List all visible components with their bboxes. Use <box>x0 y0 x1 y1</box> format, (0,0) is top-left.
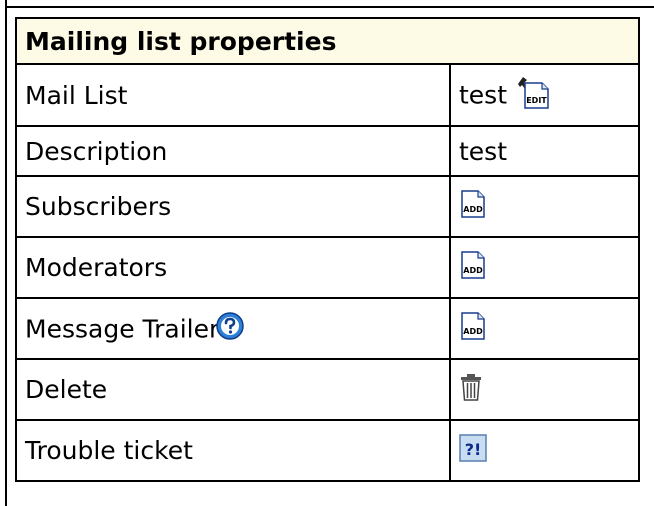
row-value-message-trailer: ADD <box>449 297 640 360</box>
trash-icon[interactable] <box>459 373 483 407</box>
table-row-moderators: Moderators ADD <box>15 236 640 299</box>
row-label-mail-list: Mail List <box>15 63 451 127</box>
table-row-message-trailer: Message Trailer ADD <box>15 297 640 360</box>
table-header-row: Mailing list properties <box>15 17 640 65</box>
trouble-ticket-icon-label: ?! <box>465 440 482 459</box>
add-subscribers-icon[interactable]: ADD <box>459 189 487 225</box>
row-label-trouble-ticket: Trouble ticket <box>15 419 451 482</box>
row-label-moderators: Moderators <box>15 236 451 299</box>
add-message-trailer-icon[interactable]: ADD <box>459 311 487 347</box>
table-row-description: Description test <box>15 125 640 177</box>
mailing-list-properties-table: Mailing list properties Mail List test E… <box>15 17 640 482</box>
help-icon[interactable] <box>215 311 245 347</box>
row-label-description: Description <box>15 125 451 177</box>
row-value-trouble-ticket: ?! <box>449 419 640 482</box>
window-top-border <box>5 6 654 8</box>
row-value-delete <box>449 358 640 421</box>
add-icon-label: ADD <box>463 266 483 275</box>
add-moderators-icon[interactable]: ADD <box>459 250 487 286</box>
table-title: Mailing list properties <box>15 17 640 65</box>
row-label-message-trailer: Message Trailer <box>25 314 220 343</box>
table-row-delete: Delete <box>15 358 640 421</box>
add-icon-label: ADD <box>463 327 483 336</box>
edit-icon-label: EDIT <box>526 96 547 105</box>
table-row-mail-list: Mail List test EDIT <box>15 63 640 127</box>
add-icon-label: ADD <box>463 205 483 214</box>
row-value-mail-list: test EDIT <box>449 63 640 127</box>
edit-icon[interactable]: EDIT <box>515 75 551 115</box>
window-left-border <box>5 0 7 506</box>
row-label-delete: Delete <box>15 358 451 421</box>
mail-list-name: test <box>459 80 508 110</box>
row-value-subscribers: ADD <box>449 175 640 238</box>
trouble-ticket-icon[interactable]: ?! <box>459 433 487 468</box>
row-value-description: test <box>449 125 640 177</box>
table-row-trouble-ticket: Trouble ticket ?! <box>15 419 640 482</box>
row-label-subscribers: Subscribers <box>15 175 451 238</box>
row-value-moderators: ADD <box>449 236 640 299</box>
table-row-subscribers: Subscribers ADD <box>15 175 640 238</box>
row-label-message-trailer-cell: Message Trailer <box>15 297 451 360</box>
